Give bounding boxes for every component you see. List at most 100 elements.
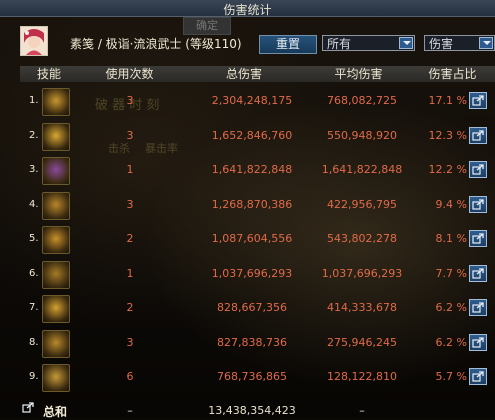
- character-info: 素笺 / 极诣·流浪武士 (等级110): [70, 37, 242, 51]
- share-icon: [472, 302, 484, 313]
- share-row-button[interactable]: [469, 92, 487, 109]
- total-damage: 2,304,248,175: [211, 94, 293, 107]
- average-damage: 1,641,822,848: [321, 163, 403, 176]
- skill-cross-slash-icon: [42, 191, 70, 220]
- damage-share: 12.3 %: [428, 128, 467, 142]
- share-icon: [472, 95, 484, 106]
- table-row: 9. 6 768,736,865 128,122,810 5.7 %: [20, 360, 495, 394]
- table-row: 3. 1 1,641,822,848 1,641,822,848 12.2 %: [20, 153, 495, 187]
- filter-dropdown-value: 所有: [327, 37, 352, 51]
- average-damage: 422,956,795: [327, 197, 397, 211]
- share-row-button[interactable]: [469, 333, 487, 351]
- row-index: 6.: [29, 267, 39, 279]
- use-count: 3: [126, 335, 134, 349]
- table-row: 7. 2 828,667,356 414,333,678 6.2 %: [20, 291, 495, 325]
- average-damage: 1,037,696,293: [321, 266, 403, 280]
- share-icon: [472, 336, 484, 348]
- share-row-button[interactable]: [469, 195, 487, 213]
- row-index: 8.: [29, 336, 39, 348]
- chevron-down-icon[interactable]: [399, 37, 413, 49]
- column-header-count: 使用次数: [78, 66, 182, 82]
- window-titlebar[interactable]: 伤害统计: [0, 0, 495, 17]
- share-icon: [472, 267, 484, 279]
- damage-share: 6.2 %: [435, 335, 467, 349]
- filter-dropdown[interactable]: 所有: [322, 35, 415, 51]
- use-count: 3: [126, 197, 134, 211]
- row-index: 7.: [29, 302, 39, 313]
- use-count: 1: [126, 163, 134, 176]
- use-count: 6: [126, 370, 134, 383]
- skill-palm-icon: [42, 295, 70, 323]
- share-row-button[interactable]: [469, 299, 487, 316]
- skill-purple-burst-icon: [42, 157, 70, 185]
- share-icon: [472, 371, 484, 382]
- skill-dash-icon: [42, 226, 70, 254]
- stat-type-dropdown-value: 伤害: [429, 37, 454, 51]
- row-index: 9.: [29, 371, 39, 382]
- average-damage: 128,122,810: [327, 370, 397, 383]
- window-title: 伤害统计: [223, 3, 272, 17]
- column-header-skill: 技能: [20, 66, 79, 82]
- share-row-button[interactable]: [469, 264, 487, 282]
- character-avatar: [20, 26, 48, 56]
- total-damage: 1,087,604,556: [211, 232, 293, 245]
- damage-share: 5.7 %: [435, 370, 467, 383]
- share-row-button[interactable]: [469, 126, 487, 144]
- row-index: 3.: [29, 164, 39, 175]
- row-index: 1.: [29, 95, 39, 106]
- damage-share: 7.7 %: [435, 266, 467, 280]
- total-damage: 1,641,822,848: [211, 163, 293, 176]
- skill-gold-slash-icon: [42, 88, 70, 116]
- use-count: 3: [126, 128, 134, 142]
- character-portrait-icon: [21, 27, 47, 55]
- chevron-down-icon[interactable]: [479, 37, 493, 49]
- table-row: 6. 1 1,037,696,293 1,037,696,293 7.7 %: [20, 257, 495, 291]
- column-header-average: 平均伤害: [307, 66, 411, 82]
- column-header-total: 总伤害: [181, 66, 308, 82]
- total-count: –: [127, 404, 133, 417]
- skill-spin-icon: [42, 329, 70, 358]
- share-row-button[interactable]: [469, 161, 487, 178]
- reset-button[interactable]: 重置: [259, 35, 317, 54]
- table-row: 4. 3 1,268,870,386 422,956,795 9.4 %: [20, 188, 495, 222]
- skill-claw-icon: [42, 364, 70, 392]
- table-row: 8. 3 827,838,736 275,946,245 6.2 %: [20, 326, 495, 360]
- use-count: 1: [126, 266, 134, 280]
- use-count: 2: [126, 232, 134, 245]
- average-damage: 543,802,278: [327, 232, 397, 245]
- share-row-button[interactable]: [469, 230, 487, 247]
- total-damage: 828,667,356: [217, 301, 287, 314]
- share-icon: [472, 164, 484, 175]
- background-confirm-button: 确定: [183, 17, 231, 35]
- total-damage: 827,838,736: [217, 335, 287, 349]
- skill-swirl-icon: [42, 260, 70, 289]
- total-damage: 13,438,354,423: [208, 404, 296, 417]
- average-damage: 550,948,920: [327, 128, 397, 142]
- share-icon: [22, 402, 34, 413]
- skill-crescent-icon: [42, 122, 70, 151]
- share-row-button[interactable]: [469, 368, 487, 385]
- average-damage: 275,946,245: [327, 335, 397, 349]
- table-row: 5. 2 1,087,604,556 543,802,278 8.1 %: [20, 222, 495, 256]
- column-header-share: 伤害占比: [410, 66, 495, 82]
- row-index: 5.: [29, 233, 39, 244]
- total-label: 总和: [43, 405, 68, 419]
- damage-share: 17.1 %: [428, 94, 467, 107]
- total-damage: 1,037,696,293: [211, 266, 293, 280]
- average-damage: 768,082,725: [327, 94, 397, 107]
- damage-share: 8.1 %: [435, 232, 467, 245]
- damage-share: 6.2 %: [435, 301, 467, 314]
- share-icon: [472, 198, 484, 210]
- total-damage: 768,736,865: [217, 370, 287, 383]
- damage-share: 12.2 %: [428, 163, 467, 176]
- stat-type-dropdown[interactable]: 伤害: [424, 35, 495, 51]
- row-index: 4.: [29, 198, 39, 210]
- use-count: 3: [126, 94, 134, 107]
- damage-share: 9.4 %: [435, 197, 467, 211]
- share-icon: [472, 129, 484, 141]
- share-icon: [472, 233, 484, 244]
- total-damage: 1,652,846,760: [211, 128, 293, 142]
- average-damage: 414,333,678: [327, 301, 397, 314]
- total-damage: 1,268,870,386: [211, 197, 293, 211]
- row-index: 2.: [29, 129, 39, 141]
